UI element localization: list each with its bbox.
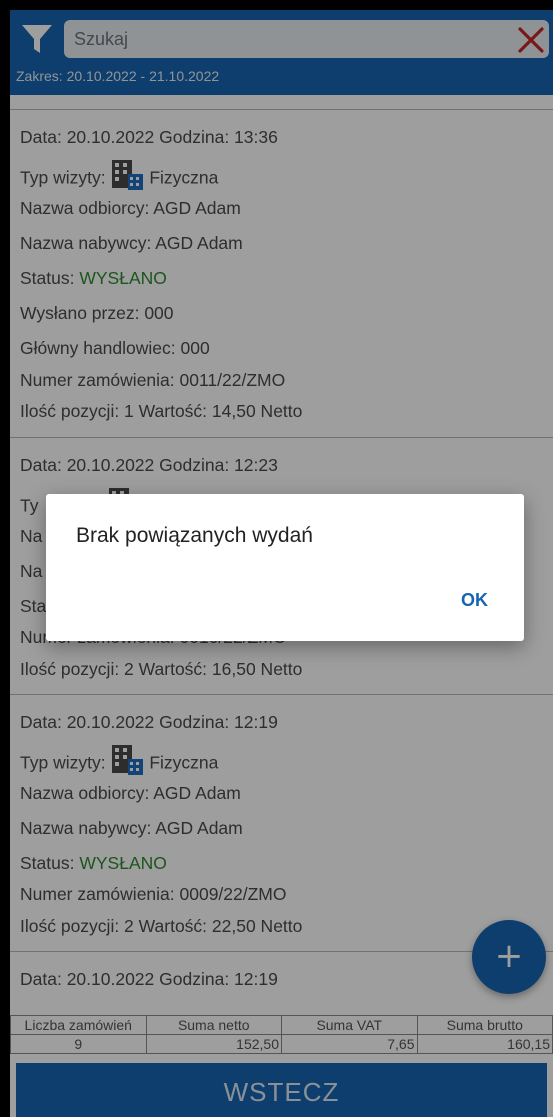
dialog-ok-button[interactable]: OK — [461, 590, 488, 611]
dialog-message: Brak powiązanych wydań — [76, 524, 313, 547]
alert-dialog: Brak powiązanych wydań OK — [46, 494, 524, 641]
app-screen: Zakres: 20.10.2022 - 21.10.2022 Data: 20… — [10, 10, 553, 1117]
